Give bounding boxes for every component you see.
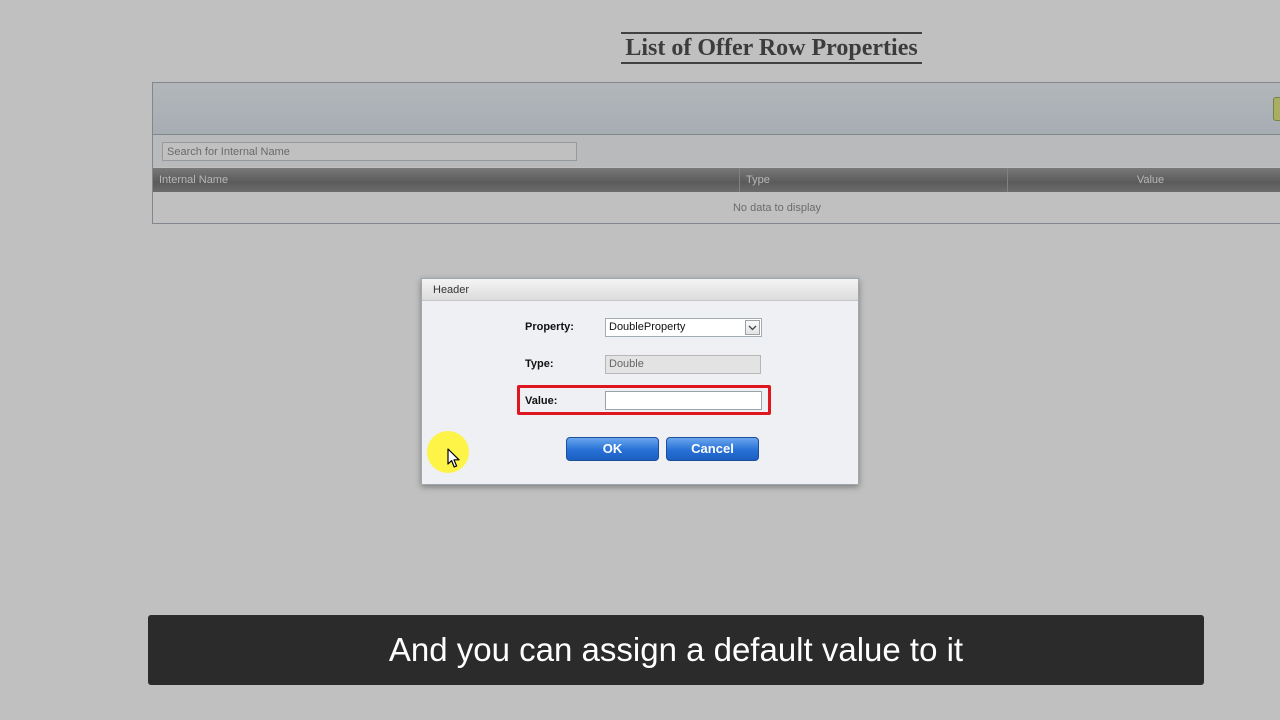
type-field: Double [605, 355, 761, 374]
value-label: Value: [525, 395, 558, 407]
property-select-value: DoubleProperty [609, 321, 686, 333]
value-input[interactable] [605, 391, 762, 410]
property-label: Property: [525, 321, 574, 333]
dialog-header: Header [422, 279, 858, 301]
property-select[interactable]: DoubleProperty [605, 318, 762, 337]
cancel-button[interactable]: Cancel [666, 437, 759, 461]
chevron-down-icon[interactable] [745, 320, 760, 335]
type-label: Type: [525, 358, 554, 370]
mouse-pointer-icon [447, 448, 461, 474]
video-caption: And you can assign a default value to it [148, 615, 1204, 685]
ok-button[interactable]: OK [566, 437, 659, 461]
property-dialog: Header Property: DoubleProperty Type: Do… [421, 278, 859, 485]
